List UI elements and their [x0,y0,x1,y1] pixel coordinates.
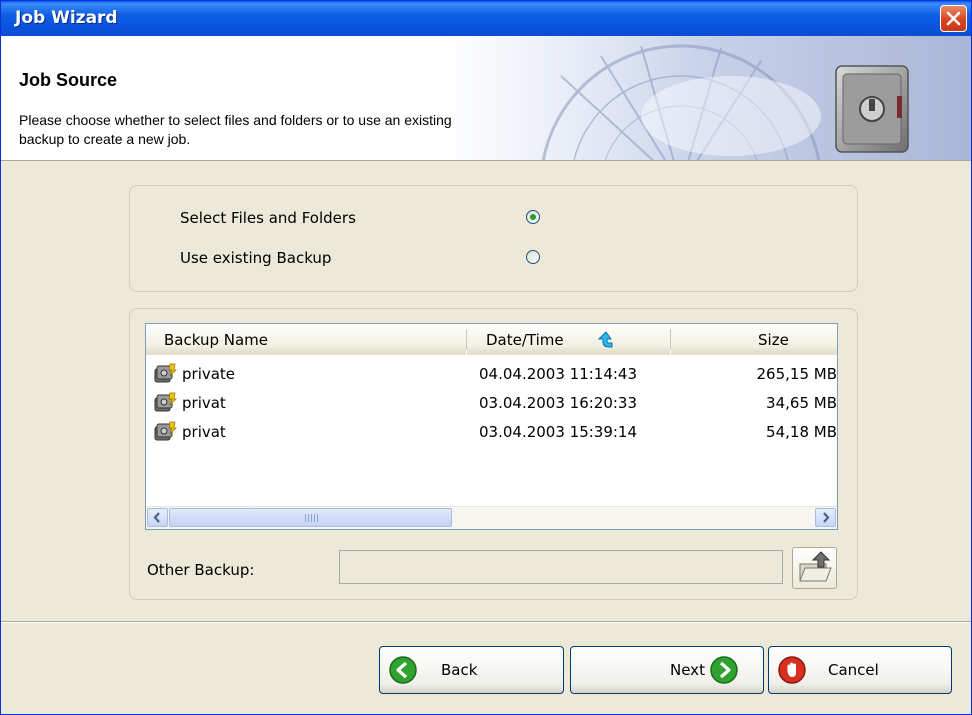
scroll-left-button[interactable] [147,508,168,527]
job-wizard-window: Job Wizard Job Source Please choose whet… [0,0,972,715]
wizard-header: Job Source Please choose whether to sele… [1,36,971,161]
browse-button[interactable] [792,547,837,589]
column-header-backup-name[interactable]: Backup Name [146,324,466,355]
cancel-button[interactable]: Cancel [768,646,952,694]
backup-date: 03.04.2003 16:20:33 [479,394,638,412]
chevron-right-icon [823,512,830,523]
use-existing-backup-radio[interactable] [526,250,540,264]
window-title: Job Wizard [15,8,118,28]
next-button[interactable]: Next [570,646,764,694]
table-row[interactable]: privat 03.04.2003 16:20:33 34,65 MB [146,389,837,418]
other-backup-label: Other Backup: [147,561,255,579]
sort-arrow-icon [597,331,613,348]
column-label: Size [758,331,789,349]
safe-icon [835,65,909,153]
horizontal-scrollbar[interactable] [146,506,837,529]
thumb-grip [305,514,319,522]
page-title: Job Source [19,70,118,90]
stop-icon [778,656,806,684]
backup-file-icon [154,421,177,441]
backup-size: 54,18 MB [766,423,837,441]
backup-file-icon [154,363,177,383]
column-header-date-time[interactable]: Date/Time [467,324,670,355]
option-select-files[interactable]: Select Files and Folders [180,209,356,227]
folder-open-icon [799,551,832,582]
option-label: Select Files and Folders [180,209,356,227]
close-icon [946,11,961,26]
option-label: Use existing Backup [180,249,332,267]
backup-date: 04.04.2003 11:14:43 [479,365,638,383]
column-label: Date/Time [486,331,564,349]
scroll-right-button[interactable] [815,508,836,527]
next-label: Next [670,661,705,679]
next-arrow-icon [710,656,738,684]
backup-list[interactable]: Backup Name Date/Time Size private 04.04… [145,323,838,530]
backup-file-icon [154,392,177,412]
back-label: Back [441,661,478,679]
page-description: Please choose whether to select files an… [19,112,452,147]
table-row[interactable]: private 04.04.2003 11:14:43 265,15 MB [146,360,838,389]
header-art [431,36,971,160]
chevron-left-icon [153,512,160,523]
backup-name: privat [182,423,226,441]
other-backup-field[interactable] [339,550,783,584]
backup-size: 34,65 MB [766,394,837,412]
backup-name: private [182,365,236,383]
table-row[interactable]: privat 03.04.2003 15:39:14 54,18 MB [146,418,837,447]
close-button[interactable] [940,5,967,32]
backup-name: privat [182,394,226,412]
select-files-radio[interactable] [526,210,540,224]
backup-list-group: Backup Name Date/Time Size private 04.04… [129,308,858,600]
source-options-group: Select Files and Folders Use existing Ba… [129,185,858,292]
cancel-label: Cancel [828,661,879,679]
column-label: Backup Name [164,331,269,349]
back-arrow-icon [389,656,417,684]
footer-divider [1,621,971,623]
scroll-thumb[interactable] [169,508,452,527]
backup-date: 03.04.2003 15:39:14 [479,423,638,441]
column-header-size[interactable]: Size [671,324,837,355]
option-use-existing-backup[interactable]: Use existing Backup [180,249,331,267]
back-button[interactable]: Back [379,646,564,694]
backup-size: 265,15 MB [756,365,838,383]
title-bar[interactable]: Job Wizard [1,1,971,36]
